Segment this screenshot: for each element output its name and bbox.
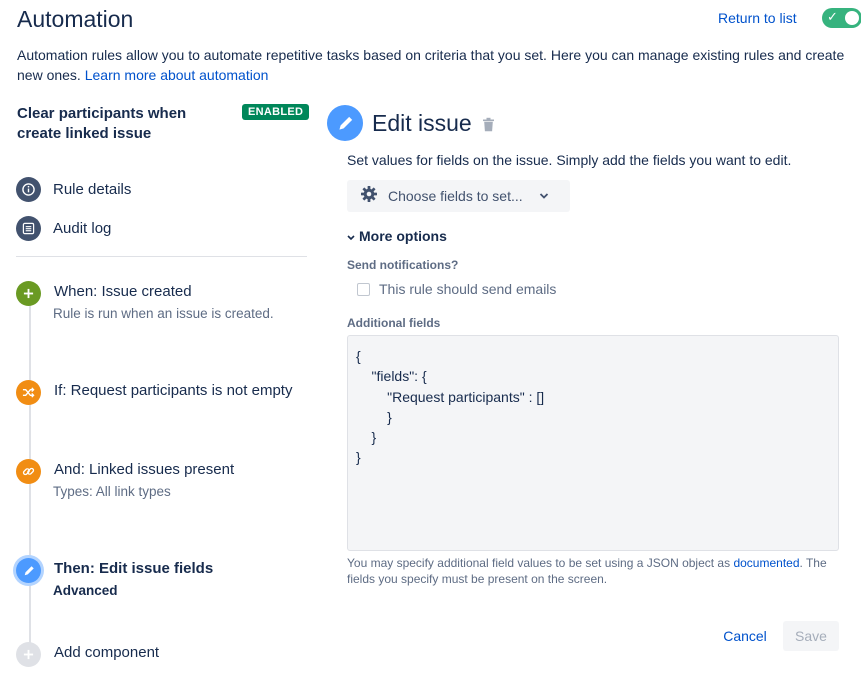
documented-link[interactable]: documented bbox=[733, 556, 799, 570]
step-title: When: Issue created bbox=[54, 283, 192, 300]
more-options-toggle[interactable]: More options bbox=[347, 228, 447, 244]
additional-fields-textarea[interactable]: { "fields": { "Request participants" : [… bbox=[347, 335, 839, 551]
choose-fields-dropdown[interactable]: Choose fields to set... bbox=[347, 180, 570, 212]
chevron-down-icon bbox=[539, 187, 549, 205]
helper-text-part1: You may specify additional field values … bbox=[347, 556, 734, 570]
nav-audit-log[interactable]: Audit log bbox=[16, 216, 111, 241]
step-subtitle: Rule is run when an issue is created. bbox=[53, 306, 274, 321]
send-notifications-label: Send notifications? bbox=[347, 258, 459, 272]
status-badge: ENABLED bbox=[242, 104, 310, 120]
check-icon: ✓ bbox=[827, 9, 838, 24]
link-icon bbox=[16, 459, 41, 484]
page-title: Automation bbox=[17, 6, 134, 32]
plus-icon bbox=[16, 281, 41, 306]
trash-icon[interactable] bbox=[482, 117, 495, 137]
shuffle-icon bbox=[16, 380, 41, 405]
plus-icon bbox=[16, 642, 41, 667]
send-emails-label: This rule should send emails bbox=[379, 281, 557, 297]
save-button[interactable]: Save bbox=[783, 621, 839, 651]
divider bbox=[16, 256, 307, 257]
send-emails-checkbox-row[interactable]: This rule should send emails bbox=[357, 281, 556, 297]
step-title: Then: Edit issue fields bbox=[54, 560, 214, 577]
gear-icon bbox=[360, 185, 378, 208]
return-to-list-link[interactable]: Return to list bbox=[718, 10, 797, 26]
nav-rule-details-label: Rule details bbox=[53, 181, 132, 198]
additional-fields-label: Additional fields bbox=[347, 316, 441, 330]
step-title: And: Linked issues present bbox=[54, 461, 235, 478]
learn-more-link[interactable]: Learn more about automation bbox=[85, 67, 269, 83]
intro-text: Automation rules allow you to automate r… bbox=[17, 45, 857, 85]
choose-fields-label: Choose fields to set... bbox=[388, 188, 523, 204]
more-options-label: More options bbox=[359, 228, 447, 244]
nav-rule-details[interactable]: Rule details bbox=[16, 177, 131, 202]
component-title: Edit issue bbox=[372, 110, 472, 136]
helper-text: You may specify additional field values … bbox=[347, 555, 837, 587]
step-title: If: Request participants is not empty bbox=[54, 382, 293, 399]
step-title: Add component bbox=[54, 644, 160, 661]
rule-enabled-toggle[interactable]: ✓ bbox=[822, 8, 861, 28]
chevron-down-icon bbox=[347, 228, 355, 244]
step-subtitle: Types: All link types bbox=[53, 484, 171, 499]
rule-name: Clear participants when create linked is… bbox=[17, 105, 187, 142]
cancel-button[interactable]: Cancel bbox=[714, 621, 776, 651]
nav-audit-log-label: Audit log bbox=[53, 220, 112, 237]
send-emails-checkbox[interactable] bbox=[357, 282, 370, 296]
info-icon bbox=[16, 177, 41, 202]
component-description: Set values for fields on the issue. Simp… bbox=[347, 152, 792, 168]
toggle-knob bbox=[845, 11, 859, 25]
list-icon bbox=[16, 216, 41, 241]
step-subtitle: Advanced bbox=[53, 583, 118, 598]
pencil-icon bbox=[16, 558, 41, 583]
pencil-icon bbox=[327, 105, 363, 141]
